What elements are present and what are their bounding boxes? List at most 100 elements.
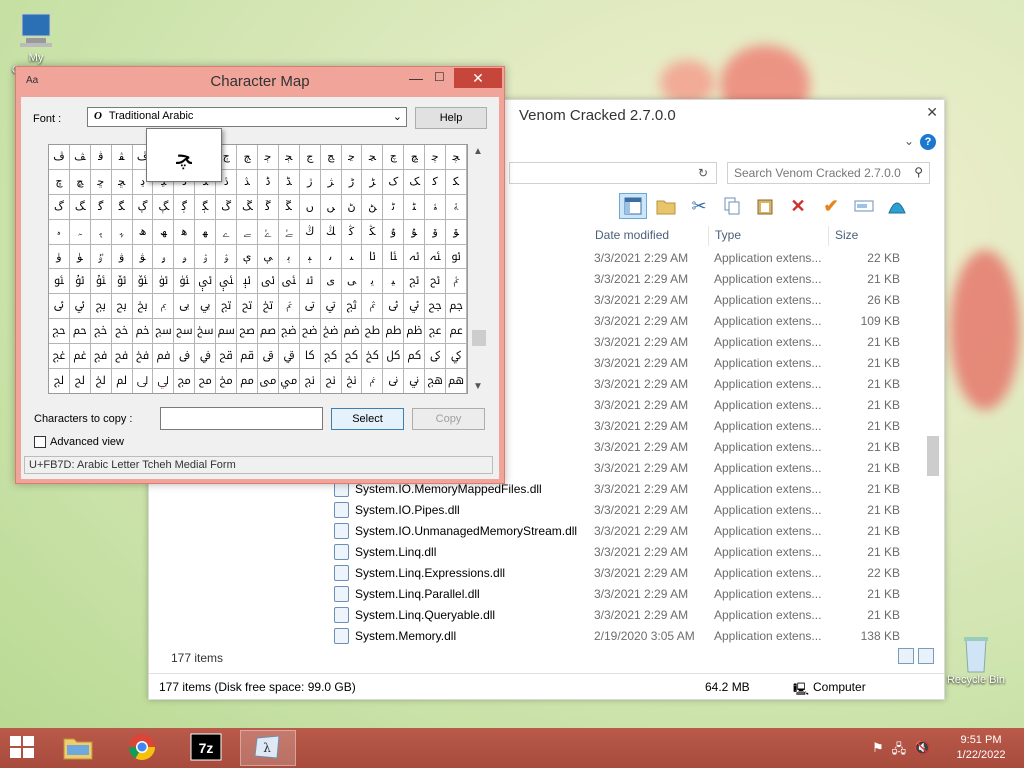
character-cell[interactable]: ﯲ <box>111 269 133 295</box>
character-cell[interactable]: ﱈ <box>237 369 258 393</box>
character-cell[interactable]: ﯧ <box>299 244 321 270</box>
character-cell[interactable]: ﱆ <box>195 369 217 393</box>
character-cell[interactable]: ﯮ <box>446 244 467 270</box>
character-cell[interactable]: ﱌ <box>320 369 342 393</box>
character-cell[interactable]: ﮪ <box>132 219 154 245</box>
character-cell[interactable]: ﯝ <box>90 244 112 270</box>
character-cell[interactable]: ﰀ <box>404 269 426 295</box>
character-cell[interactable]: ﮌ <box>341 169 363 195</box>
character-cell[interactable]: ﯶ <box>195 269 217 295</box>
character-cell[interactable]: ﰰ <box>153 344 175 370</box>
character-cell[interactable]: ﰾ <box>446 344 467 370</box>
character-cell[interactable]: ﯦ <box>278 244 300 270</box>
character-cell[interactable]: ﯞ <box>111 244 133 270</box>
select-button[interactable]: Select <box>331 408 404 430</box>
character-cell[interactable]: ﭪ <box>49 145 70 170</box>
character-cell[interactable]: ﰟ <box>216 319 238 345</box>
character-cell[interactable]: ﯯ <box>49 269 70 295</box>
character-cell[interactable]: ﰇ <box>132 294 154 320</box>
address-bar[interactable]: ↻ <box>509 162 717 184</box>
character-cell[interactable]: ﯤ <box>237 244 258 270</box>
character-cell[interactable]: ﭿ <box>69 169 91 195</box>
character-cell[interactable]: ﱂ <box>111 369 133 393</box>
minimize-icon[interactable]: — <box>409 70 423 86</box>
character-cell[interactable]: ﮧ <box>69 219 91 245</box>
character-cell[interactable]: ﮬ <box>174 219 196 245</box>
character-cell[interactable]: ﯛ <box>49 244 70 270</box>
preview-pane-icon[interactable] <box>619 193 647 219</box>
character-cell[interactable]: ﰴ <box>237 344 258 370</box>
character-cell[interactable]: ﮀ <box>90 169 112 195</box>
character-cell[interactable]: ﰱ <box>174 344 196 370</box>
character-cell[interactable]: ﯵ <box>174 269 196 295</box>
character-cell[interactable]: ﰄ <box>69 294 91 320</box>
character-cell[interactable]: ﰔ <box>404 294 426 320</box>
character-cell[interactable]: ﰠ <box>237 319 258 345</box>
font-select[interactable]: O Traditional Arabic ⌄ <box>87 107 407 127</box>
character-cell[interactable]: ﮖ <box>132 194 154 220</box>
character-cell[interactable]: ﮱ <box>278 219 300 245</box>
character-cell[interactable]: ﰛ <box>132 319 154 345</box>
character-cell[interactable]: ﱇ <box>216 369 238 393</box>
character-cell[interactable]: ﱄ <box>153 369 175 393</box>
character-cell[interactable]: ﯟ <box>132 244 154 270</box>
character-cell[interactable]: ﭶ <box>299 145 321 170</box>
character-cell[interactable]: ﭴ <box>257 145 279 170</box>
character-cell[interactable]: ﯸ <box>237 269 258 295</box>
character-cell[interactable]: ﯼ <box>320 269 342 295</box>
table-row[interactable]: System.Linq.Parallel.dll 3/3/2021 2:29 AM… <box>334 584 934 605</box>
character-cell[interactable]: ﰫ <box>49 344 70 370</box>
character-cell[interactable]: ﯠ <box>153 244 175 270</box>
character-cell[interactable]: ﱃ <box>132 369 154 393</box>
desktop-icon-recycle-bin[interactable]: Recycle Bin <box>944 632 1008 686</box>
start-button[interactable] <box>10 736 36 760</box>
character-cell[interactable]: ﰤ <box>320 319 342 345</box>
character-cell[interactable]: ﰽ <box>425 344 447 370</box>
taskbar-file-explorer[interactable] <box>50 730 106 766</box>
character-cell[interactable]: ﰏ <box>299 294 321 320</box>
character-cell[interactable]: ﰜ <box>153 319 175 345</box>
character-cell[interactable]: ﮎ <box>383 169 405 195</box>
character-cell[interactable]: ﰁ <box>425 269 447 295</box>
copy-icon[interactable] <box>718 193 746 219</box>
character-cell[interactable]: ﰗ <box>49 319 70 345</box>
character-cell[interactable]: ﰯ <box>132 344 154 370</box>
table-row[interactable]: System.Linq.Queryable.dll 3/3/2021 2:29 A… <box>334 605 934 626</box>
character-cell[interactable]: ﰦ <box>362 319 384 345</box>
refresh-icon[interactable]: ↻ <box>698 166 708 180</box>
character-cell[interactable]: ﰸ <box>320 344 342 370</box>
scroll-down-icon[interactable]: ▼ <box>473 381 483 392</box>
character-cell[interactable]: ﰘ <box>69 319 91 345</box>
taskbar-character-map[interactable]: λ <box>240 730 296 766</box>
character-cell[interactable]: ﯡ <box>174 244 196 270</box>
close-icon[interactable]: ✕ <box>926 104 938 121</box>
character-cell[interactable]: ﱒ <box>446 369 467 393</box>
character-cell[interactable]: ﯘ <box>404 219 426 245</box>
rename-icon[interactable] <box>850 193 878 219</box>
character-cell[interactable]: ﭭ <box>111 145 133 170</box>
character-cell[interactable]: ﮛ <box>237 194 258 220</box>
character-cell[interactable]: ﱀ <box>69 369 91 393</box>
folder-options-icon[interactable] <box>652 193 680 219</box>
character-cell[interactable]: ﰋ <box>216 294 238 320</box>
character-cell[interactable]: ﭾ <box>49 169 70 195</box>
character-cell[interactable]: ﱏ <box>383 369 405 393</box>
maximize-icon[interactable]: ☐ <box>434 70 445 84</box>
character-cell[interactable]: ﮜ <box>257 194 279 220</box>
character-cell[interactable]: ﰿ <box>49 369 70 393</box>
character-cell[interactable]: ﰬ <box>69 344 91 370</box>
character-cell[interactable]: ﰐ <box>320 294 342 320</box>
column-date[interactable]: Date modified <box>589 226 709 246</box>
close-button[interactable]: ✕ <box>454 68 502 88</box>
character-cell[interactable]: ﰑ <box>341 294 363 320</box>
character-cell[interactable]: ﰈ <box>153 294 175 320</box>
character-cell[interactable]: ﮏ <box>404 169 426 195</box>
character-cell[interactable]: ﭷ <box>320 145 342 170</box>
character-cell[interactable]: ﮩ <box>111 219 133 245</box>
character-cell[interactable]: ﰡ <box>257 319 279 345</box>
character-cell[interactable]: ﮰ <box>257 219 279 245</box>
character-cell[interactable]: ﯕ <box>341 219 363 245</box>
character-cell[interactable]: ﰷ <box>299 344 321 370</box>
clock[interactable]: 9:51 PM 1/22/2022 <box>950 733 1012 763</box>
character-cell[interactable]: ﰭ <box>90 344 112 370</box>
